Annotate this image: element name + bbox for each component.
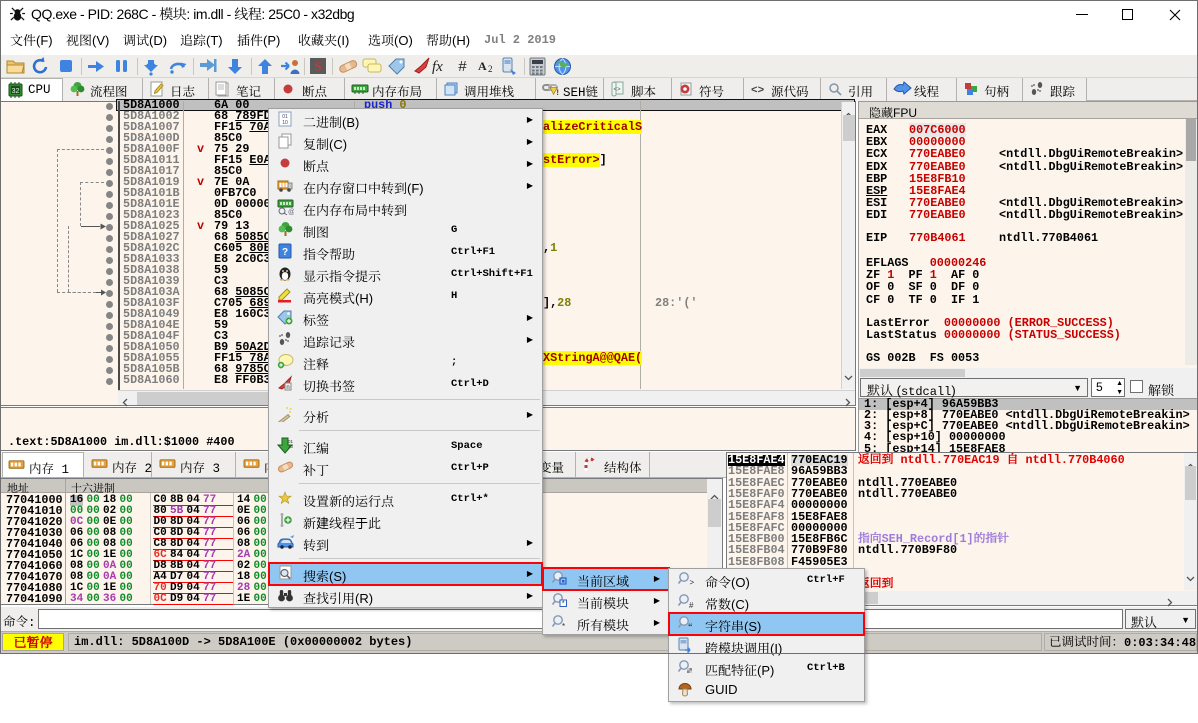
svg-text:“: “ (688, 622, 693, 631)
svg-text:?: ? (282, 247, 288, 258)
svg-text:#: # (689, 601, 694, 609)
svg-text:fx: fx (432, 59, 443, 75)
svg-text:n: n (286, 385, 289, 391)
svg-text:#: # (458, 59, 467, 75)
svg-text:*: * (562, 601, 565, 608)
svg-text:10: 10 (282, 120, 288, 126)
svg-text:@: @ (288, 209, 294, 215)
svg-text:32: 32 (12, 88, 20, 95)
svg-text:>: > (690, 578, 695, 587)
svg-text:*: * (562, 622, 565, 630)
svg-text:2: 2 (488, 64, 493, 74)
svg-text:S: S (314, 59, 321, 74)
svg-text:<>: <> (613, 86, 621, 93)
svg-text:A: A (478, 59, 487, 73)
svg-text:10: 10 (288, 444, 293, 449)
svg-text:<>: <> (751, 85, 765, 97)
svg-text:!: ! (555, 89, 560, 97)
